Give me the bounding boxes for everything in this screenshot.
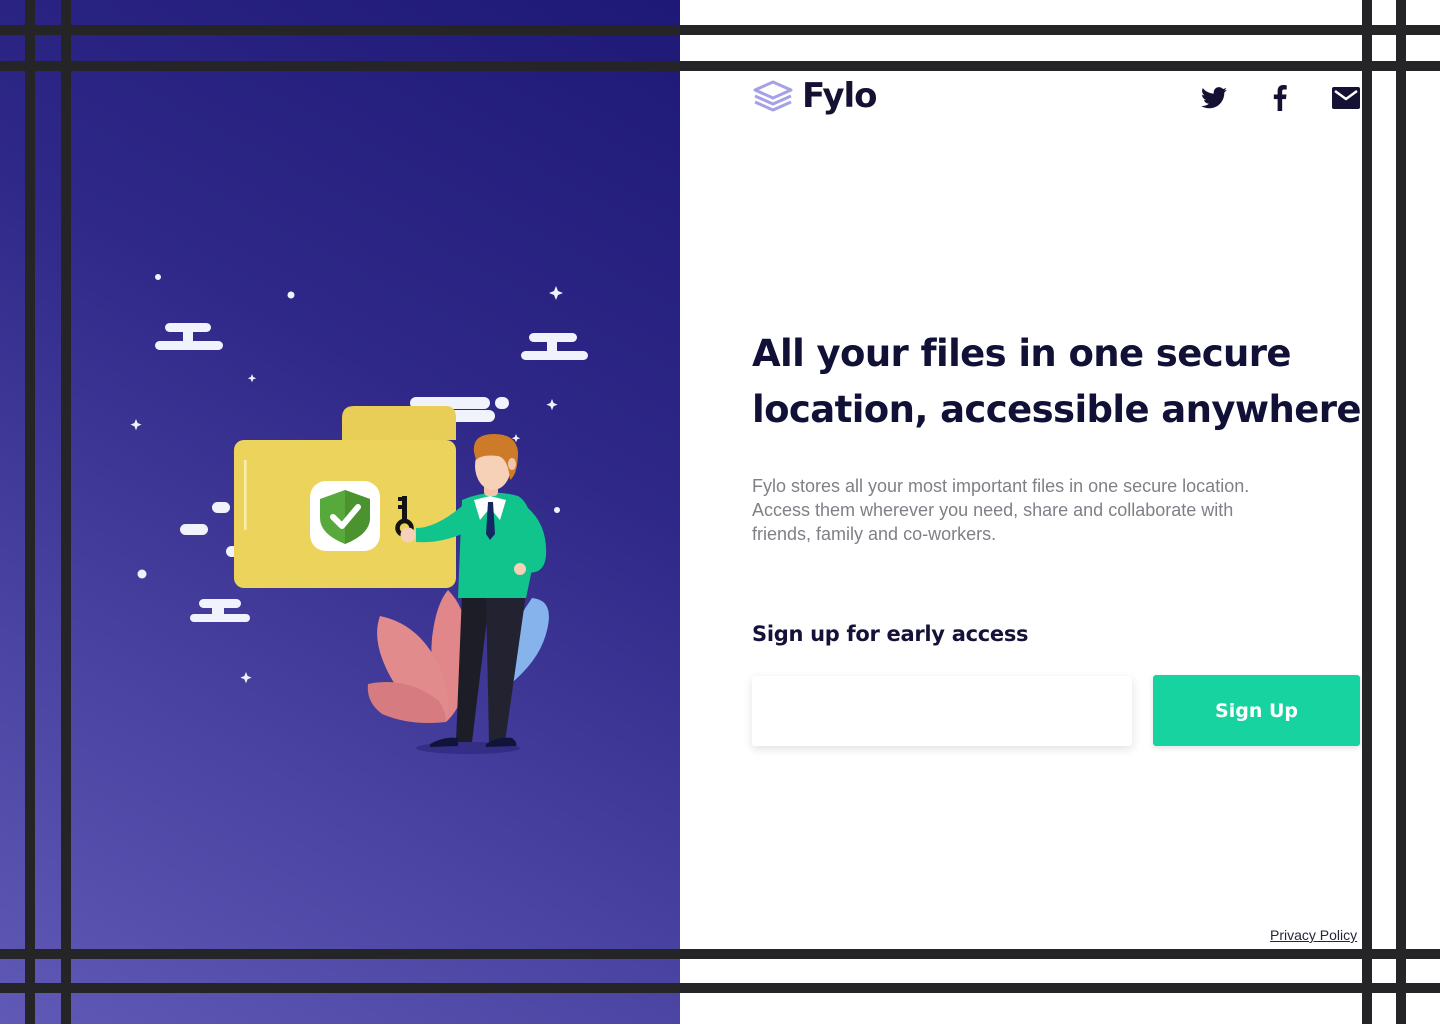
facebook-link[interactable] xyxy=(1266,84,1294,112)
secure-folder-illustration xyxy=(130,274,588,754)
email-link[interactable] xyxy=(1332,84,1360,112)
facebook-icon xyxy=(1273,85,1287,111)
social-links xyxy=(1200,84,1360,112)
email-icon xyxy=(1332,87,1360,109)
logo[interactable]: Fylo xyxy=(752,76,878,116)
sign-up-button[interactable]: Sign Up xyxy=(1153,675,1360,746)
email-field[interactable] xyxy=(752,676,1132,746)
content-panel: Fylo All your files in one secure locati… xyxy=(680,0,1440,1024)
twitter-link[interactable] xyxy=(1200,84,1228,112)
brand-name: Fylo xyxy=(802,76,878,116)
privacy-policy-link[interactable]: Privacy Policy xyxy=(1270,927,1357,943)
layers-icon xyxy=(753,80,793,112)
description-line: Access them wherever you need, share and… xyxy=(752,500,1234,520)
twitter-icon xyxy=(1201,87,1227,109)
page-title: All your files in one secure location, a… xyxy=(752,326,1392,438)
description-line: Fylo stores all your most important file… xyxy=(752,476,1250,496)
headline-line: location, accessible anywhere. xyxy=(752,388,1375,431)
signup-heading: Sign up for early access xyxy=(752,622,1029,646)
headline-line: All your files in one secure xyxy=(752,332,1292,375)
hero-description: Fylo stores all your most important file… xyxy=(752,474,1312,546)
hero-illustration-panel xyxy=(0,0,680,1024)
description-line: friends, family and co-workers. xyxy=(752,524,997,544)
